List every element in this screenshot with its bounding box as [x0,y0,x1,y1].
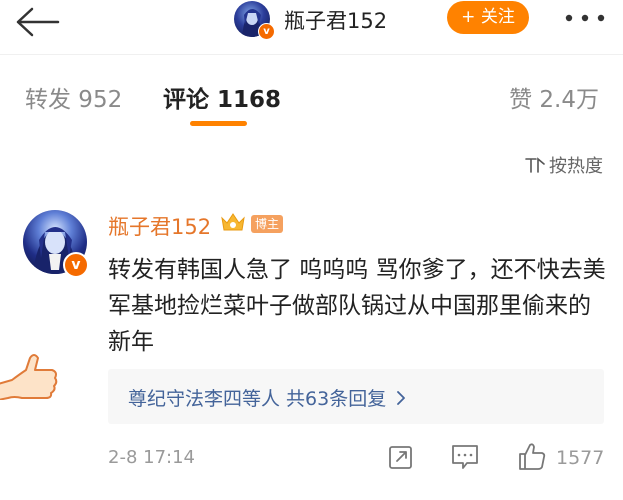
verified-badge-icon: v [258,23,275,40]
replies-summary: 尊纪守法李四等人 共63条回复 [128,384,406,411]
sort-icon [525,157,545,173]
replies-label: 尊纪守法李四等人 共63条回复 [128,388,387,410]
verified-badge-icon: v [63,252,89,278]
comment-text: 转发有韩国人急了 呜呜呜 骂你爹了，还不快去美军基地捡烂菜叶子做部队锅过从中国那… [108,257,606,355]
follow-button[interactable]: + 关注 [447,1,529,34]
more-options-icon[interactable] [565,14,605,22]
comment-username[interactable]: 瓶子君152 [108,211,211,241]
like-count: 1577 [556,447,605,469]
thumbs-up-icon [0,354,58,400]
author-badge: 博主 [251,215,284,233]
header-divider [0,54,623,55]
sort-by-hot-button[interactable]: 按热度 [525,152,603,178]
vip-crown-icon [221,213,245,231]
chevron-right-icon [397,391,406,405]
replies-preview[interactable]: 尊纪守法李四等人 共63条回复 [108,369,604,424]
tab-comments[interactable]: 评论 1168 [163,80,281,114]
like-icon[interactable] [518,441,546,471]
share-icon[interactable] [388,444,414,470]
header-title: 瓶子君152 [284,9,388,33]
comment-time: 2-8 17:14 [108,447,195,468]
active-tab-indicator [190,121,247,126]
reply-icon[interactable] [451,444,479,470]
back-arrow-icon[interactable] [14,6,60,38]
sort-label: 按热度 [549,156,603,177]
tab-repost[interactable]: 转发 952 [25,80,122,114]
tab-likes[interactable]: 赞 2.4万 [509,80,599,114]
